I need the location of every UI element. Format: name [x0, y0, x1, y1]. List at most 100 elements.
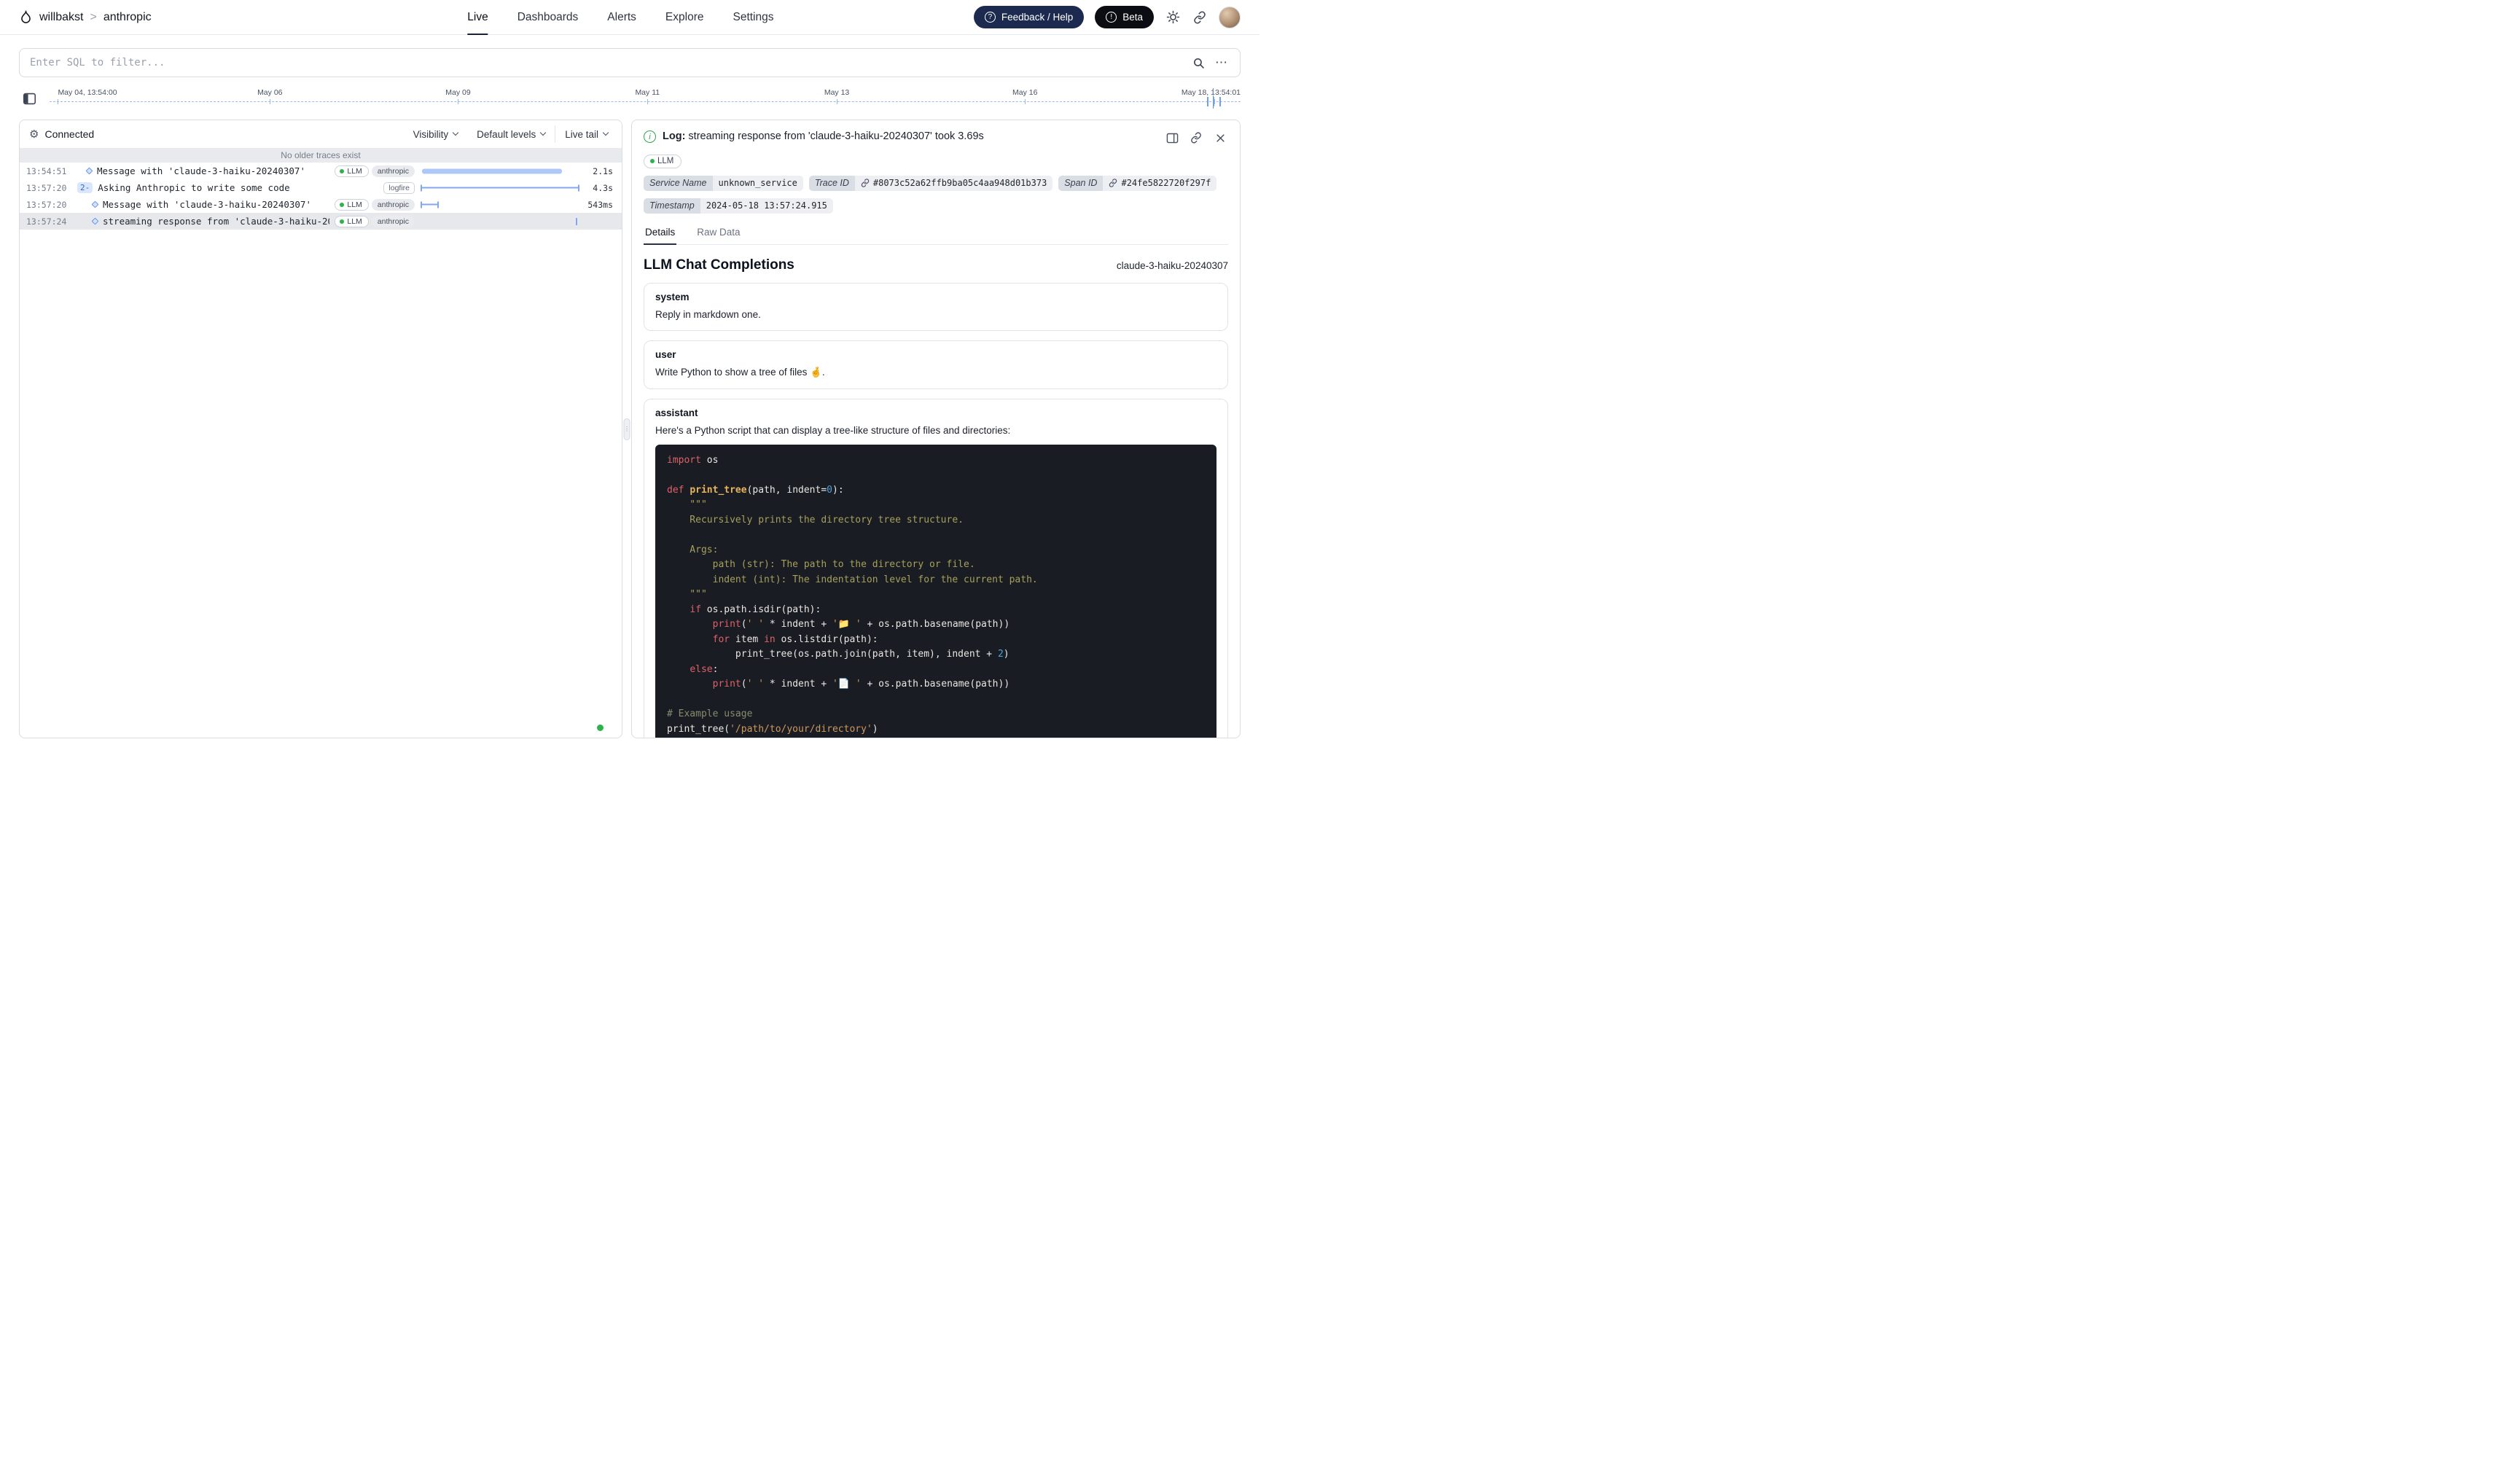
control-live-tail[interactable]: Live tail — [555, 125, 617, 143]
timeline-label: May 04, 13:54:00 — [58, 88, 117, 97]
message-text: Reply in markdown one. — [655, 309, 1216, 320]
meta-value: 2024-05-18 13:57:24.915 — [700, 198, 833, 214]
tag-llm: LLM — [335, 216, 368, 227]
filter-more-button[interactable]: ⋯ — [1214, 55, 1230, 71]
log-header: i Log: streaming response from 'claude-3… — [644, 130, 1228, 146]
meta-label: Service Name — [644, 176, 713, 191]
feedback-help-button[interactable]: ? Feedback / Help — [974, 6, 1084, 28]
beta-button[interactable]: ! Beta — [1095, 6, 1154, 28]
timeline-track[interactable]: May 04, 13:54:00May 06May 09May 11May 13… — [50, 86, 1241, 111]
green-dot-icon — [340, 203, 344, 207]
tag-anthropic: anthropic — [372, 216, 415, 227]
tag-label: LLM — [347, 167, 362, 176]
control-visibility[interactable]: Visibility — [404, 125, 468, 143]
control-default-levels[interactable]: Default levels — [467, 125, 555, 143]
share-link-icon[interactable] — [1192, 9, 1208, 26]
logfire-logo-icon[interactable] — [19, 9, 33, 25]
gear-icon[interactable]: ⚙ — [29, 129, 39, 140]
nav-tab-settings[interactable]: Settings — [733, 0, 773, 34]
trace-row-main: 2- Asking Anthropic to write some code log… — [71, 182, 421, 194]
trace-label: Message with 'claude-3-haiku-20240307' — [103, 199, 311, 210]
main-content: ⚙ Connected VisibilityDefault levelsLive… — [19, 120, 1241, 738]
meta-label: Timestamp — [644, 198, 700, 214]
trace-controls: Visibility Default levels Live tail — [404, 125, 617, 143]
green-dot-icon — [650, 159, 655, 163]
meta-label: Trace ID — [809, 176, 855, 191]
breadcrumb-project[interactable]: anthropic — [104, 11, 152, 24]
gantt-bar — [421, 201, 439, 208]
trace-tags: logfire — [383, 182, 415, 194]
close-icon[interactable] — [1212, 130, 1228, 146]
meta-timestamp: Timestamp 2024-05-18 13:57:24.915 — [644, 198, 833, 214]
code-line: for item in os.listdir(path): — [667, 633, 1205, 648]
trace-duration: 543ms — [579, 200, 622, 210]
trace-row[interactable]: 13:57:202-Asking Anthropic to write some… — [20, 179, 622, 196]
message-role: system — [655, 292, 1216, 302]
control-label: Live tail — [565, 129, 598, 140]
timeline-data-tick — [1219, 97, 1221, 106]
tag-anthropic: anthropic — [372, 165, 415, 177]
top-nav: willbakst > anthropic Live Dashboards Aler… — [0, 0, 1260, 35]
code-block: import os def print_tree(path, indent=0)… — [655, 445, 1216, 739]
breadcrumb-org[interactable]: willbakst — [39, 11, 83, 24]
message-role: assistant — [655, 407, 1216, 418]
collapse-children-toggle[interactable]: 2- — [77, 182, 93, 193]
timeline-label: May 11 — [635, 88, 660, 97]
code-line: if os.path.isdir(path): — [667, 603, 1205, 618]
detail-tabs: Details Raw Data — [644, 224, 1228, 245]
link-icon — [1109, 179, 1117, 187]
message-text: Write Python to show a tree of files 🤞. — [655, 367, 1216, 378]
timeline-label: May 18, 13:54:01 — [1182, 88, 1241, 97]
code-line: def print_tree(path, indent=0): — [667, 483, 1205, 499]
timeline: May 04, 13:54:00May 06May 09May 11May 13… — [19, 86, 1241, 111]
log-level-info-icon: i — [644, 130, 656, 143]
panel-columns-icon[interactable] — [1164, 130, 1180, 146]
gantt-cell — [421, 213, 579, 230]
nav-tab-dashboards[interactable]: Dashboards — [518, 0, 579, 34]
meta-value: unknown_service — [713, 176, 803, 191]
sql-filter-bar: ⋯ — [19, 48, 1241, 77]
copy-link-icon[interactable] — [1188, 130, 1204, 146]
tag-logfire: logfire — [383, 182, 415, 194]
messages: system Reply in markdown one. userWrite Py… — [644, 283, 1228, 739]
message-card-user: userWrite Python to show a tree of files… — [644, 340, 1228, 389]
nav-tabs: Live Dashboards Alerts Explore Settings — [467, 0, 773, 34]
trace-label: Asking Anthropic to write some code — [98, 182, 289, 193]
panel-resize-handle[interactable]: ⋮ — [624, 418, 630, 440]
timeline-tick — [647, 99, 648, 104]
sidebar-toggle-button[interactable] — [19, 86, 39, 111]
chevron-down-icon — [603, 130, 609, 136]
trace-rows: 13:54:51Message with 'claude-3-haiku-202… — [20, 163, 622, 230]
search-icon[interactable] — [1190, 55, 1206, 71]
nav-tab-explore[interactable]: Explore — [665, 0, 704, 34]
trace-time: 13:57:20 — [20, 200, 71, 210]
detail-body: i Log: streaming response from 'claude-3… — [632, 120, 1240, 738]
detail-tab-details[interactable]: Details — [644, 224, 676, 244]
trace-row[interactable]: 13:57:24streaming response from 'claude-… — [20, 213, 622, 230]
trace-row[interactable]: 13:54:51Message with 'claude-3-haiku-202… — [20, 163, 622, 179]
trace-row-main: Message with 'claude-3-haiku-20240307' LL… — [71, 199, 421, 211]
trace-row-main: Message with 'claude-3-haiku-20240307'LL… — [71, 165, 421, 177]
log-title: Log: streaming response from 'claude-3-h… — [663, 130, 984, 142]
trace-tags: LLM anthropic — [335, 165, 415, 177]
theme-toggle-sun-icon[interactable] — [1165, 9, 1181, 26]
meta-value-text: 2024-05-18 13:57:24.915 — [706, 200, 827, 211]
meta-trace-id[interactable]: Trace ID#8073c52a62ffb9ba05c4aa948d01b37… — [809, 176, 1052, 191]
user-avatar[interactable] — [1219, 7, 1241, 28]
timeline-axis — [50, 101, 1241, 102]
nav-tab-live[interactable]: Live — [467, 0, 488, 34]
control-label: Visibility — [413, 129, 449, 140]
span-diamond-icon — [86, 168, 93, 175]
breadcrumb-separator-icon: > — [90, 11, 96, 24]
detail-tab-raw-data[interactable]: Raw Data — [695, 224, 741, 244]
nav-tab-alerts[interactable]: Alerts — [607, 0, 636, 34]
meta-span-id[interactable]: Span ID#24fe5822720f297f — [1058, 176, 1216, 191]
trace-row[interactable]: 13:57:20Message with 'claude-3-haiku-202… — [20, 196, 622, 213]
link-icon — [861, 179, 870, 187]
section-title: LLM Chat Completions — [644, 257, 794, 273]
live-indicator-dot — [597, 725, 604, 731]
trace-tags: LLManthropic — [335, 199, 415, 211]
sql-filter-input[interactable] — [30, 57, 1183, 69]
code-line: Recursively prints the directory tree st… — [667, 513, 1205, 528]
meta-label: Span ID — [1058, 176, 1103, 191]
